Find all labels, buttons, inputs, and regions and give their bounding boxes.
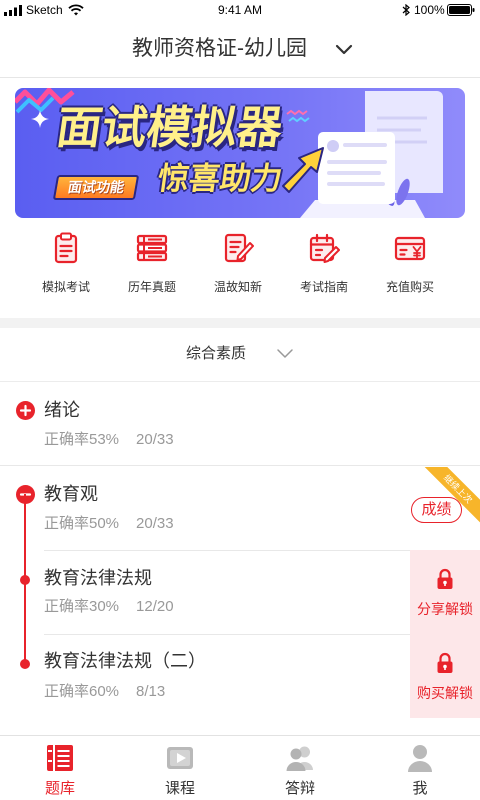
tab-me[interactable]: 我 <box>360 736 480 800</box>
tab-label: 答辩 <box>284 780 315 797</box>
progress-count: 20/33 <box>136 431 174 448</box>
tab-defense[interactable]: 答辩 <box>240 736 360 800</box>
lock-icon <box>437 652 453 673</box>
section-title: 教育法律法规 <box>44 568 152 588</box>
banner-headline: 面试模拟器 <box>53 102 286 153</box>
section-stats: 正确率60% 8/13 <box>44 682 165 702</box>
accuracy-text: 正确率53% <box>44 431 120 448</box>
progress-count: 12/20 <box>136 598 174 615</box>
accuracy-text: 正确率50% <box>44 515 120 532</box>
progress-count: 20/33 <box>136 515 174 532</box>
header: 教师资格证-幼儿园 <box>0 20 480 78</box>
quick-action-label: 温故知新 <box>213 280 262 294</box>
calendar-edit-icon <box>309 233 340 263</box>
timeline-dot <box>20 575 30 585</box>
lock-icon <box>437 568 453 589</box>
section-title: 教育法律法规（二） <box>44 651 206 671</box>
quick-action-exam-guide[interactable]: 考试指南 <box>281 228 367 300</box>
chevron-down-icon[interactable] <box>335 42 353 56</box>
continue-ribbon[interactable]: 继续上次 <box>424 467 480 523</box>
video-play-icon <box>167 747 193 769</box>
chapter-stats: 正确率53% 20/33 <box>44 430 174 450</box>
quick-action-review[interactable]: 温故知新 <box>195 228 281 300</box>
quick-action-label: 历年真题 <box>127 280 176 294</box>
banner-slogan: 惊喜助力 <box>155 161 285 196</box>
chapter-stats: 正确率50% 20/33 <box>44 514 174 534</box>
battery-icon <box>447 4 475 16</box>
accuracy-text: 正确率30% <box>44 598 120 615</box>
chevron-down-icon <box>277 349 293 358</box>
section-row[interactable]: 教育法律法规（二） 正确率60% 8/13 购买解锁 <box>0 634 480 718</box>
quick-action-label: 充值购买 <box>385 280 434 294</box>
accuracy-text: 正确率60% <box>44 683 120 700</box>
quick-action-label: 考试指南 <box>299 280 348 294</box>
banner-tag: 面试功能 <box>52 175 140 200</box>
chapter-title: 绪论 <box>44 400 80 420</box>
book-stack-icon <box>136 234 168 262</box>
chapter-row[interactable]: 教育观 正确率50% 20/33 成绩 继续上次 <box>0 467 480 550</box>
unlock-label: 分享解锁 <box>417 601 473 617</box>
section-stats: 正确率30% 12/20 <box>44 597 174 617</box>
quick-actions: 模拟考试 历年真题 温故知新 考试指南 充值购买 <box>0 228 480 300</box>
status-bar: Sketch 9:41 AM 100% <box>0 0 480 20</box>
battery-percentage: 100% <box>414 3 445 17</box>
subject-filter-label: 综合素质 <box>186 345 247 362</box>
promo-banner[interactable]: 面试模拟器 面试功能 惊喜助力 <box>15 88 465 218</box>
user-icon <box>408 745 432 772</box>
section-row[interactable]: 教育法律法规 正确率30% 12/20 分享解锁 <box>0 550 480 634</box>
tab-label: 题库 <box>44 780 75 797</box>
people-icon <box>286 746 313 771</box>
quick-action-recharge[interactable]: 充值购买 <box>367 228 453 300</box>
subject-filter[interactable]: 综合素质 <box>0 328 480 382</box>
continue-ribbon-label: 继续上次 <box>424 467 480 523</box>
yuan-card-icon <box>394 236 426 261</box>
section-divider <box>0 318 480 328</box>
bluetooth-icon <box>402 4 410 16</box>
timeline-dot <box>20 659 30 669</box>
tab-bar: 题库 课程 答辩 我 <box>0 735 480 800</box>
expand-plus-icon[interactable] <box>16 401 35 420</box>
tab-label: 我 <box>412 780 428 797</box>
progress-count: 8/13 <box>136 683 166 700</box>
buy-unlock-button[interactable]: 购买解锁 <box>410 634 480 718</box>
question-bank-icon <box>47 745 73 771</box>
quick-action-mock-exam[interactable]: 模拟考试 <box>23 228 109 300</box>
exam-category-title[interactable]: 教师资格证-幼儿园 <box>132 36 307 62</box>
quick-action-label: 模拟考试 <box>41 280 90 294</box>
chapter-row[interactable]: 绪论 正确率53% 20/33 <box>0 382 480 466</box>
tab-label: 课程 <box>164 780 195 797</box>
chapter-title: 教育观 <box>44 484 98 504</box>
document-edit-icon <box>224 233 254 263</box>
tab-question-bank[interactable]: 题库 <box>0 736 120 800</box>
clipboard-icon <box>54 232 78 264</box>
row-divider <box>0 465 480 466</box>
quick-action-past-papers[interactable]: 历年真题 <box>109 228 195 300</box>
tab-courses[interactable]: 课程 <box>120 736 240 800</box>
share-unlock-button[interactable]: 分享解锁 <box>410 550 480 634</box>
unlock-label: 购买解锁 <box>417 685 473 701</box>
